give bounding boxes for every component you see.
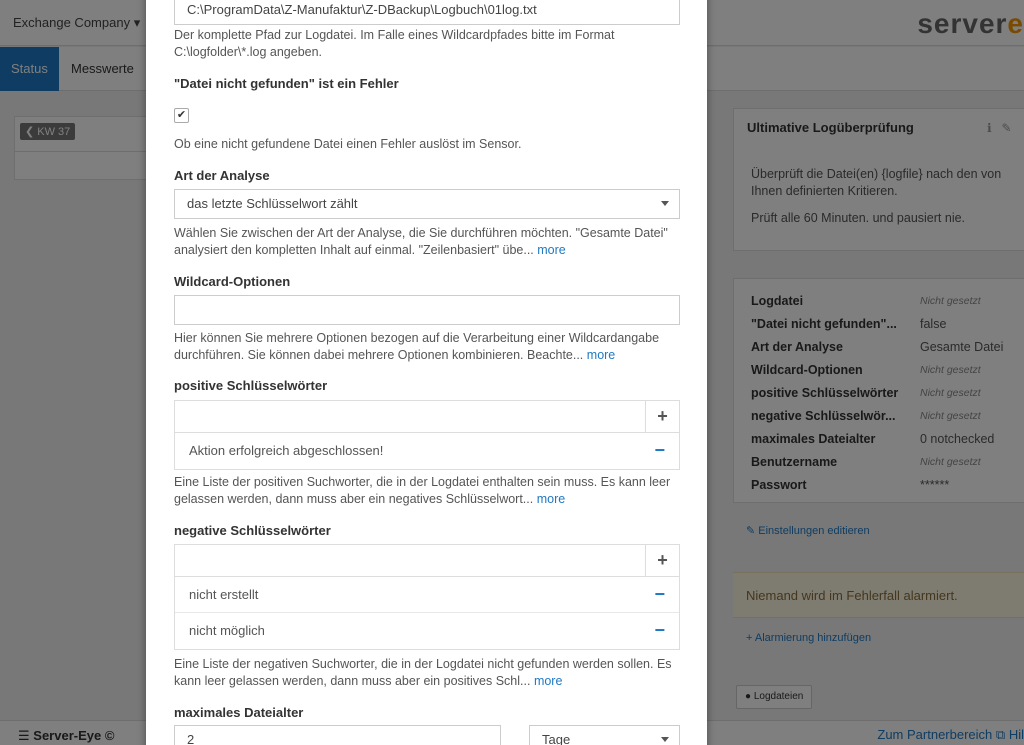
minus-icon[interactable]: − (654, 577, 665, 612)
logfile-help: Der komplette Pfad zur Logdatei. Im Fall… (174, 28, 615, 59)
positive-keywords-list: + Aktion erfolgreich abgeschlossen! − (174, 400, 680, 470)
positive-more-link[interactable]: more (537, 492, 565, 506)
caret-down-icon (661, 201, 669, 206)
negative-more-link[interactable]: more (534, 674, 562, 688)
minus-icon[interactable]: − (654, 613, 665, 648)
list-item: nicht erstellt − (175, 577, 679, 613)
negative-help: Eine Liste der negativen Suchworter, die… (174, 657, 672, 688)
minus-icon[interactable]: − (654, 433, 665, 468)
positive-keyword-input[interactable]: + (175, 401, 679, 433)
add-positive-button[interactable]: + (645, 401, 679, 432)
caret-down-icon (661, 737, 669, 742)
negative-keywords-list: + nicht erstellt − nicht möglich − (174, 544, 680, 650)
list-item: Aktion erfolgreich abgeschlossen! − (175, 433, 679, 469)
wildcard-help: Hier können Sie mehrere Optionen bezogen… (174, 331, 660, 362)
wildcard-label: Wildcard-Optionen (174, 274, 291, 289)
notfound-checkbox[interactable]: ✔ (174, 108, 189, 123)
wildcard-input[interactable] (174, 295, 680, 325)
positive-help: Eine Liste der positiven Suchworter, die… (174, 475, 671, 506)
analysis-help: Wählen Sie zwischen der Art der Analyse,… (174, 226, 668, 257)
settings-modal: C:\ProgramData\Z-Manufaktur\Z-DBackup\Lo… (146, 0, 707, 745)
check-icon: ✔ (176, 109, 187, 121)
negative-keyword-input[interactable]: + (175, 545, 679, 577)
maxage-input[interactable]: 2 (174, 725, 501, 745)
logfile-input[interactable]: C:\ProgramData\Z-Manufaktur\Z-DBackup\Lo… (174, 0, 680, 25)
analysis-label: Art der Analyse (174, 168, 270, 183)
list-item: nicht möglich − (175, 613, 679, 649)
negative-label: negative Schlüsselwörter (174, 523, 331, 538)
notfound-label: "Datei nicht gefunden" ist ein Fehler (174, 76, 399, 91)
analysis-more-link[interactable]: more (537, 243, 565, 257)
wildcard-more-link[interactable]: more (587, 348, 615, 362)
maxage-label: maximales Dateialter (174, 705, 304, 720)
maxage-unit-select[interactable]: Tage (529, 725, 680, 745)
notfound-help: Ob eine nicht gefundene Datei einen Fehl… (174, 137, 522, 151)
add-negative-button[interactable]: + (645, 545, 679, 576)
positive-label: positive Schlüsselwörter (174, 378, 328, 393)
analysis-select[interactable]: das letzte Schlüsselwort zählt (174, 189, 680, 219)
